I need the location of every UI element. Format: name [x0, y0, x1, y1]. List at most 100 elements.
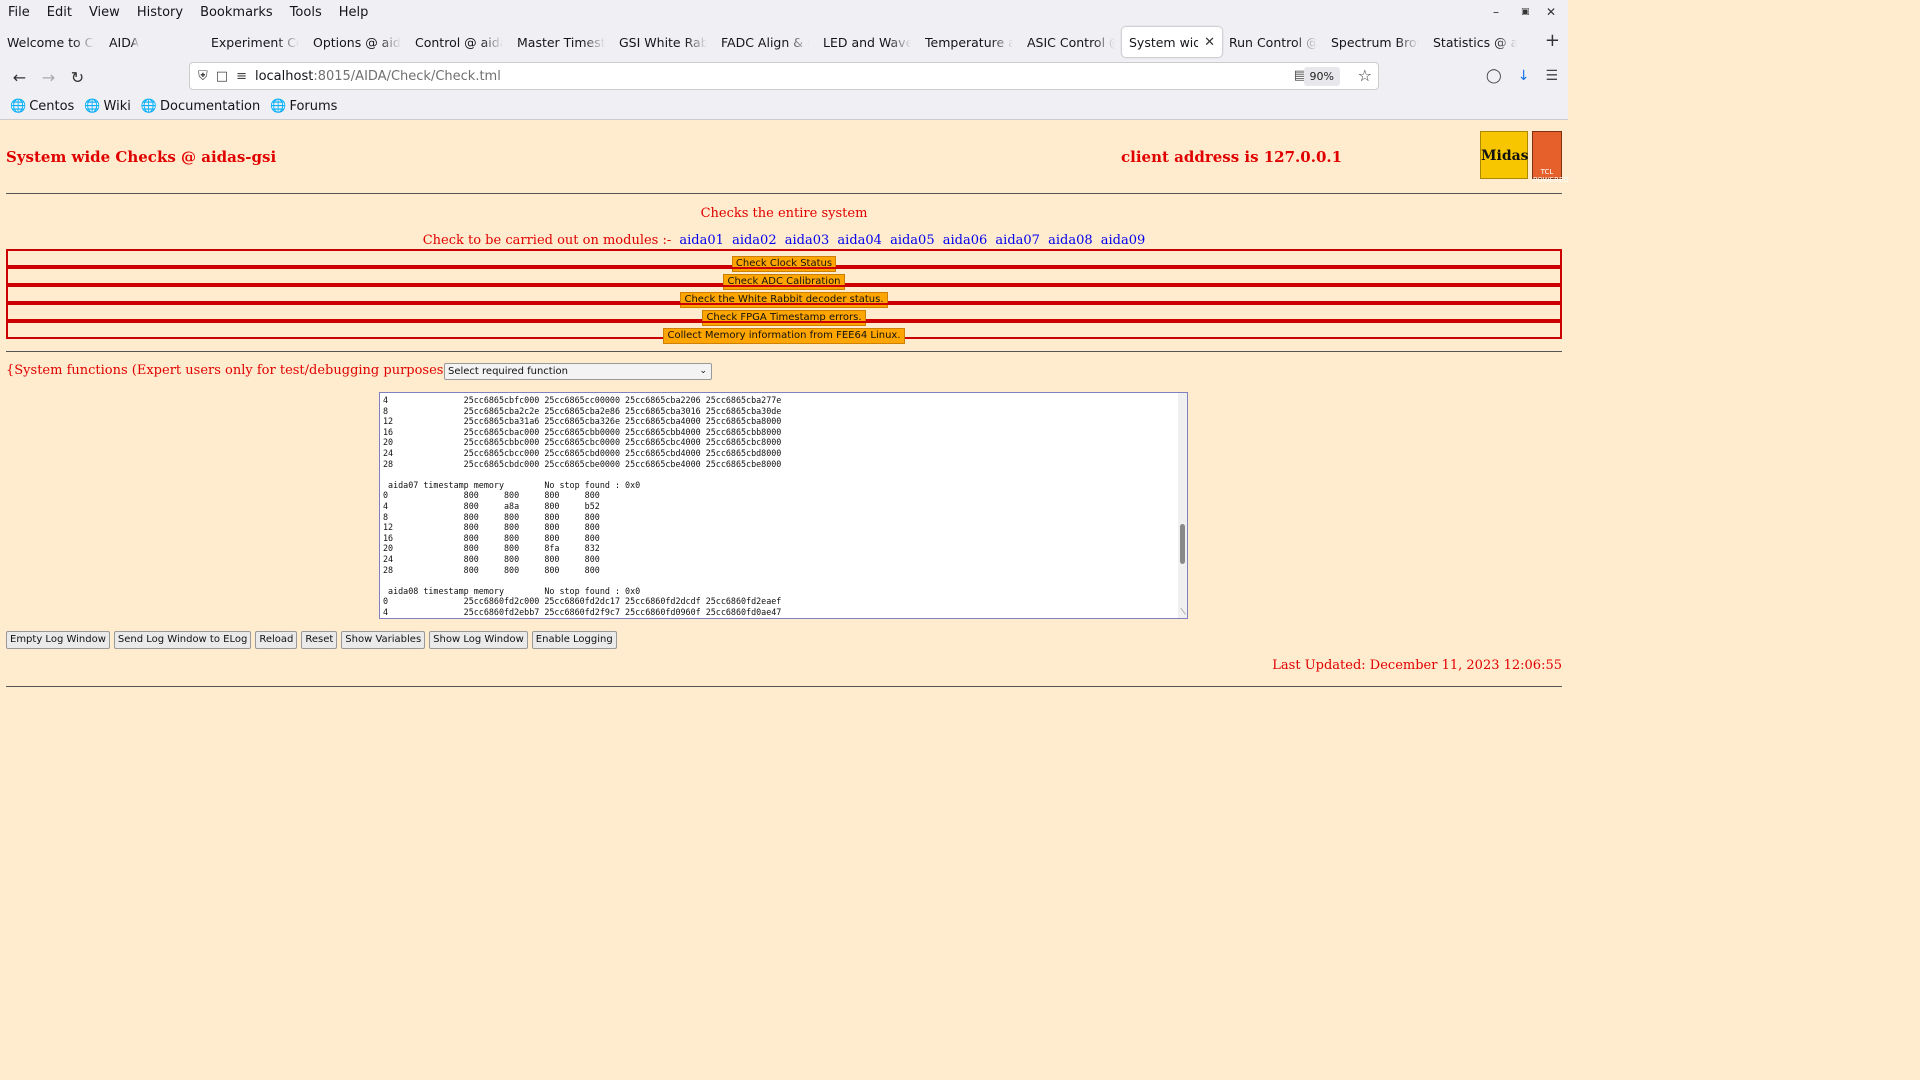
- show-log-window-button[interactable]: Show Log Window: [429, 631, 528, 649]
- log-line: 16 800 800 800 800: [383, 532, 600, 543]
- show-variables-button[interactable]: Show Variables: [341, 631, 426, 649]
- log-line: 0 25cc6860fd2c000 25cc6860fd2dc17 25cc68…: [383, 596, 782, 607]
- log-line: 4 800 a8a 800 b52: [383, 500, 600, 511]
- shield-icon[interactable]: ⛨: [198, 69, 208, 84]
- bookmark-forums[interactable]: 🌐 Forums: [270, 99, 337, 114]
- url-host: localhost: [254, 68, 314, 84]
- module-link-aida03[interactable]: aida03: [785, 233, 830, 248]
- maximize-icon[interactable]: ▣: [1521, 0, 1530, 24]
- tab-aida[interactable]: AIDA: [102, 27, 204, 57]
- navigation-bar: ← → ↻ ⛨ □ ≡ localhost:8015/AIDA/Check/Ch…: [0, 60, 1568, 94]
- tab-master-timestamp[interactable]: Master Timestam: [510, 27, 612, 57]
- tab-gsi-white-rabbit[interactable]: GSI White Rabbi: [612, 27, 714, 57]
- tab-fadc-align[interactable]: FADC Align & Co: [714, 27, 816, 57]
- url-bar[interactable]: ⛨ □ ≡ localhost:8015/AIDA/Check/Check.tm…: [189, 62, 1379, 90]
- tab-label: LED and Wavefo: [823, 34, 911, 50]
- select-value: Select required function: [448, 366, 568, 377]
- empty-log-window-button[interactable]: Empty Log Window: [6, 631, 110, 649]
- tab-statistics[interactable]: Statistics @ aida: [1426, 27, 1524, 57]
- tab-label: Control @ aidas: [415, 34, 503, 50]
- downloads-icon[interactable]: ↓: [1518, 68, 1530, 84]
- tab-label: FADC Align & Co: [721, 34, 809, 50]
- log-line: 16 25cc6865cbac000 25cc6865cbb0000 25cc6…: [383, 426, 782, 437]
- new-tab-icon[interactable]: +: [1545, 30, 1560, 51]
- tab-options[interactable]: Options @ aidas: [306, 27, 408, 57]
- menu-help[interactable]: Help: [331, 5, 378, 20]
- log-line: 4 25cc6860fd2ebb7 25cc6860fd2f9c7 25cc68…: [383, 606, 782, 617]
- close-window-icon[interactable]: ✕: [1546, 0, 1556, 24]
- log-window[interactable]: 4 25cc6865cbfc000 25cc6865cc00000 25cc68…: [379, 392, 1188, 619]
- permissions-icon[interactable]: ≡: [236, 69, 247, 84]
- divider: [6, 686, 1562, 687]
- tab-label: Run Control @ a: [1229, 34, 1317, 50]
- scrollbar-thumb[interactable]: [1180, 524, 1185, 564]
- check-row: Check ADC Calibration: [6, 267, 1562, 290]
- bookmark-star-icon[interactable]: ☆: [1358, 66, 1372, 85]
- log-line: 8 800 800 800 800: [383, 511, 600, 522]
- bookmark-documentation[interactable]: 🌐 Documentation: [141, 99, 260, 114]
- close-tab-icon[interactable]: ✕: [1204, 35, 1215, 50]
- tab-experiment-control[interactable]: Experiment Con: [204, 27, 306, 57]
- tab-label: Options @ aidas: [313, 34, 401, 50]
- tab-asic-control[interactable]: ASIC Control @: [1020, 27, 1122, 57]
- module-link-aida01[interactable]: aida01: [679, 233, 724, 248]
- tab-label: Temperature and: [925, 34, 1013, 50]
- module-link-aida08[interactable]: aida08: [1048, 233, 1093, 248]
- module-link-aida07[interactable]: aida07: [995, 233, 1040, 248]
- tab-run-control[interactable]: Run Control @ a: [1222, 27, 1324, 57]
- globe-icon: 🌐: [140, 99, 158, 114]
- divider: [6, 193, 1562, 194]
- bookmark-wiki[interactable]: 🌐 Wiki: [84, 99, 131, 114]
- system-function-select[interactable]: Select required function ⌄: [444, 363, 712, 380]
- app-menu-icon[interactable]: ☰: [1545, 68, 1558, 84]
- tab-system-wide-checks[interactable]: System wide C ✕: [1122, 27, 1222, 57]
- page-title: System wide Checks @ aidas-gsi: [6, 148, 277, 166]
- log-line: aida07 timestamp memory No stop found : …: [383, 479, 641, 490]
- tab-led-waveform[interactable]: LED and Wavefo: [816, 27, 918, 57]
- tab-bar: Welcome to Ce AIDA Experiment Con Option…: [0, 24, 1568, 60]
- pocket-icon[interactable]: ◯: [1486, 68, 1502, 84]
- module-link-aida09[interactable]: aida09: [1101, 233, 1146, 248]
- back-icon[interactable]: ←: [5, 68, 34, 87]
- send-log-to-elog-button[interactable]: Send Log Window to ELog: [113, 631, 252, 649]
- tab-control[interactable]: Control @ aidas: [408, 27, 510, 57]
- last-updated: Last Updated: December 11, 2023 12:06:55: [1272, 658, 1562, 673]
- browser-chrome: File Edit View History Bookmarks Tools H…: [0, 0, 1568, 120]
- module-link-aida02[interactable]: aida02: [732, 233, 777, 248]
- reload-icon[interactable]: ↻: [63, 68, 92, 87]
- menu-view[interactable]: View: [81, 5, 129, 20]
- tab-welcome[interactable]: Welcome to Ce: [0, 27, 102, 57]
- tab-spectrum-browser[interactable]: Spectrum Brows: [1324, 27, 1426, 57]
- modules-line: Check to be carried out on modules :- ai…: [0, 233, 1568, 248]
- module-link-aida05[interactable]: aida05: [890, 233, 935, 248]
- log-line: 8 25cc6865cba2c2e 25cc6865cba2e86 25cc68…: [383, 405, 782, 416]
- menu-file[interactable]: File: [0, 5, 39, 20]
- module-link-aida04[interactable]: aida04: [837, 233, 882, 248]
- globe-icon: 🌐: [270, 99, 287, 114]
- menu-history[interactable]: History: [129, 5, 192, 20]
- menu-tools[interactable]: Tools: [282, 5, 331, 20]
- bookmark-centos[interactable]: 🌐 Centos: [10, 99, 74, 114]
- forward-icon[interactable]: →: [34, 68, 63, 87]
- zoom-level[interactable]: 90%: [1303, 67, 1340, 86]
- bookmark-label: Forums: [289, 99, 338, 114]
- scrollbar[interactable]: [1178, 393, 1187, 618]
- menu-bookmarks[interactable]: Bookmarks: [192, 5, 282, 20]
- collect-memory-info-button[interactable]: Collect Memory information from FEE64 Li…: [663, 328, 905, 344]
- module-link-aida06[interactable]: aida06: [943, 233, 988, 248]
- reset-button[interactable]: Reset: [301, 631, 338, 649]
- globe-icon: 🌐: [84, 99, 101, 114]
- tab-label: Spectrum Brows: [1331, 34, 1419, 50]
- tab-label: GSI White Rabbi: [619, 34, 707, 50]
- page-icon: □: [215, 68, 229, 84]
- minimize-icon[interactable]: –: [1493, 0, 1499, 24]
- tab-label: System wide C: [1129, 34, 1199, 50]
- url-path: :8015/AIDA/Check/Check.tml: [313, 68, 501, 84]
- bookmarks-bar: 🌐 Centos 🌐 Wiki 🌐 Documentation 🌐 Forums: [0, 94, 1568, 120]
- menu-edit[interactable]: Edit: [39, 5, 81, 20]
- bottom-buttons: Empty Log Window Send Log Window to ELog…: [6, 631, 617, 649]
- enable-logging-button[interactable]: Enable Logging: [531, 631, 617, 649]
- reload-button[interactable]: Reload: [255, 631, 298, 649]
- log-line: 28 25cc6865cbdc000 25cc6865cbe0000 25cc6…: [383, 458, 782, 469]
- tab-temperature[interactable]: Temperature and: [918, 27, 1020, 57]
